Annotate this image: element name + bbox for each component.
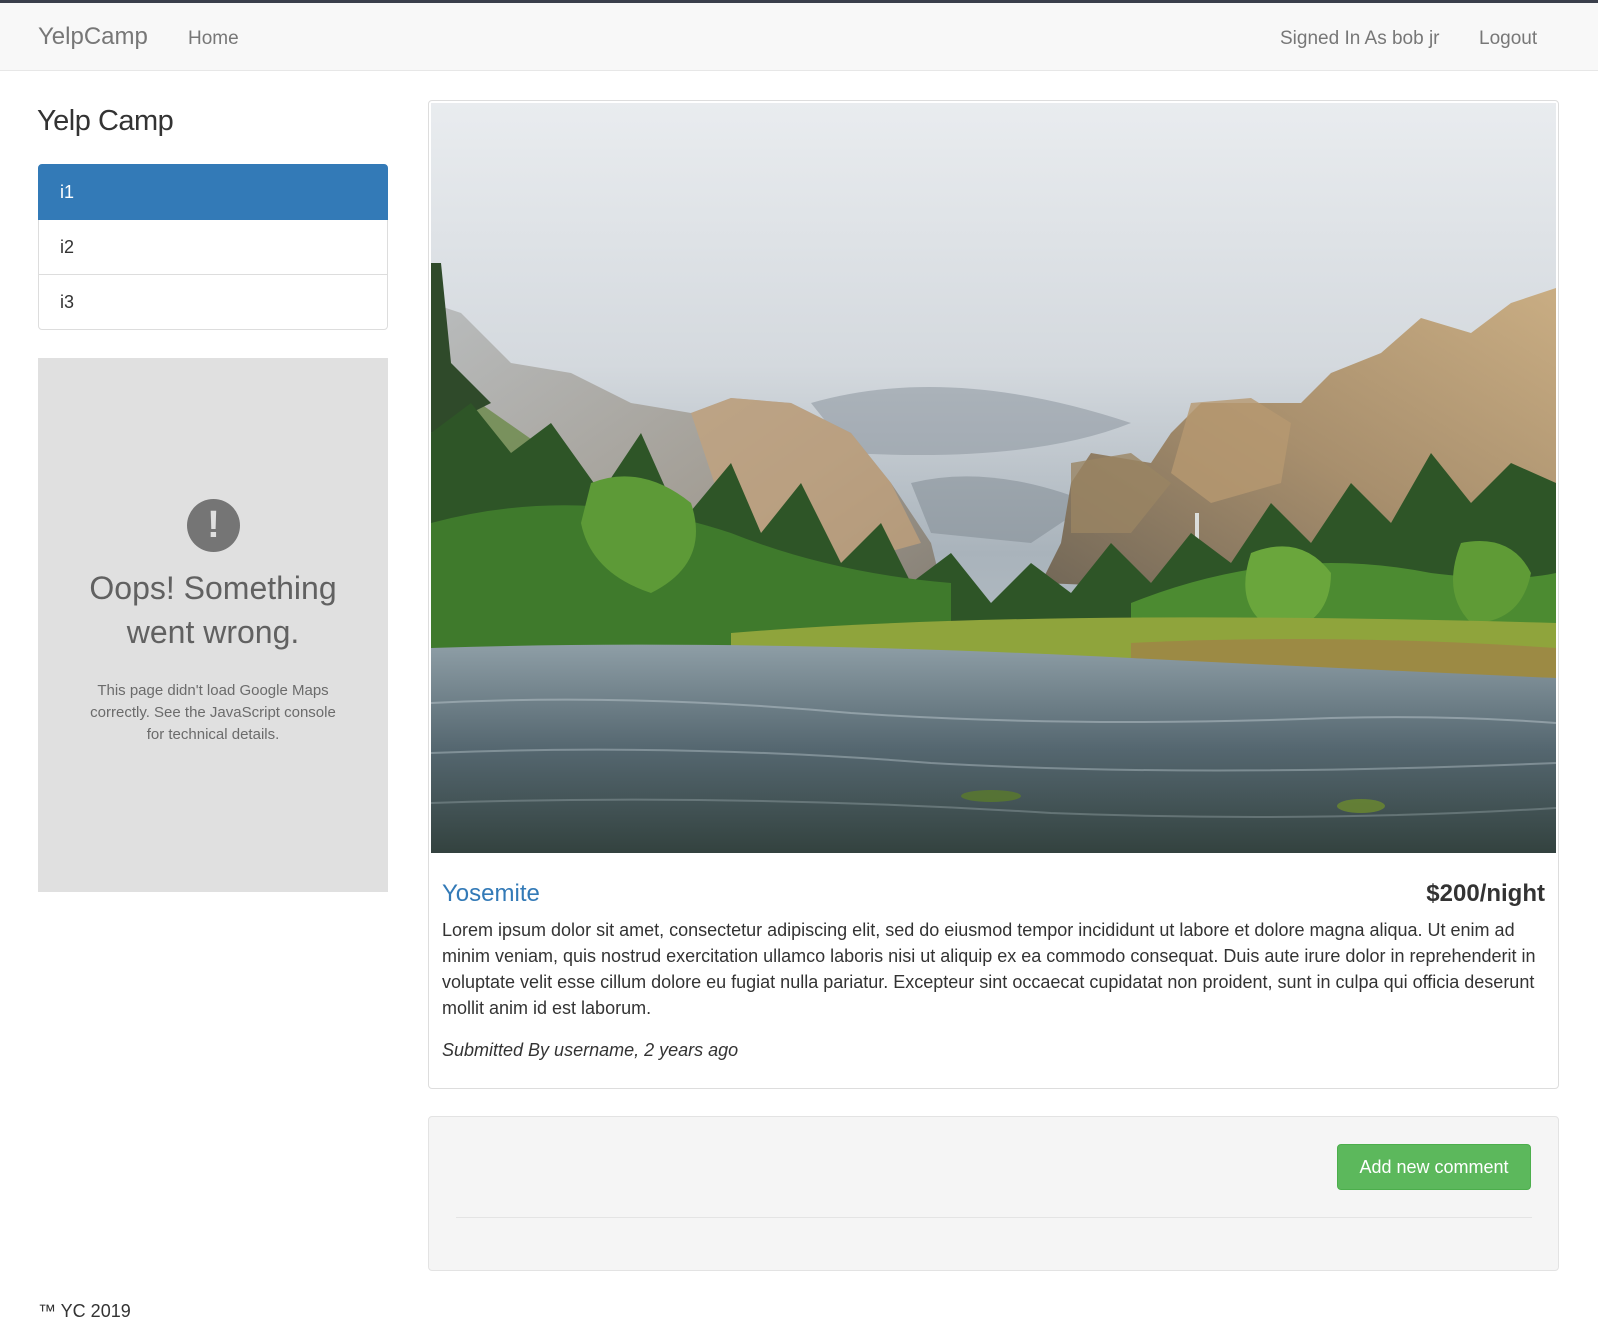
comments-divider [456, 1217, 1532, 1218]
sidebar-item-i1[interactable]: i1 [38, 164, 388, 220]
submitted-by: Submitted By username, 2 years ago [442, 1040, 739, 1060]
navbar: YelpCamp Home Signed In As bob jr Logout [0, 3, 1598, 71]
nav-home-link[interactable]: Home [188, 28, 239, 50]
page-title: Yelp Camp [37, 105, 174, 137]
campground-card: Yosemite $200/night Lorem ipsum dolor si… [428, 100, 1559, 1089]
map-error-panel: ! Oops! Something went wrong. This page … [38, 358, 388, 892]
brand-link[interactable]: YelpCamp [38, 23, 148, 51]
signed-in-user-link[interactable]: Signed In As bob jr [1280, 28, 1440, 50]
campground-price: $200/night [1426, 880, 1545, 907]
map-error-detail: This page didn't load Google Maps correc… [90, 682, 336, 743]
campground-name-link[interactable]: Yosemite [442, 880, 540, 908]
sidebar-item-i2[interactable]: i2 [38, 219, 388, 275]
campground-description: Lorem ipsum dolor sit amet, consectetur … [442, 920, 1536, 1018]
exclamation-icon: ! [187, 499, 240, 552]
sidebar-item-i3[interactable]: i3 [38, 274, 388, 330]
comments-panel: Add new comment [428, 1116, 1559, 1271]
logout-link[interactable]: Logout [1479, 28, 1537, 50]
sidebar-list: i1 i2 i3 [38, 164, 388, 330]
campground-photo [431, 103, 1556, 853]
add-comment-button[interactable]: Add new comment [1337, 1144, 1531, 1190]
footer-copyright: ™ YC 2019 [38, 1301, 131, 1321]
map-error-title: Oops! Something went wrong. [89, 570, 337, 650]
